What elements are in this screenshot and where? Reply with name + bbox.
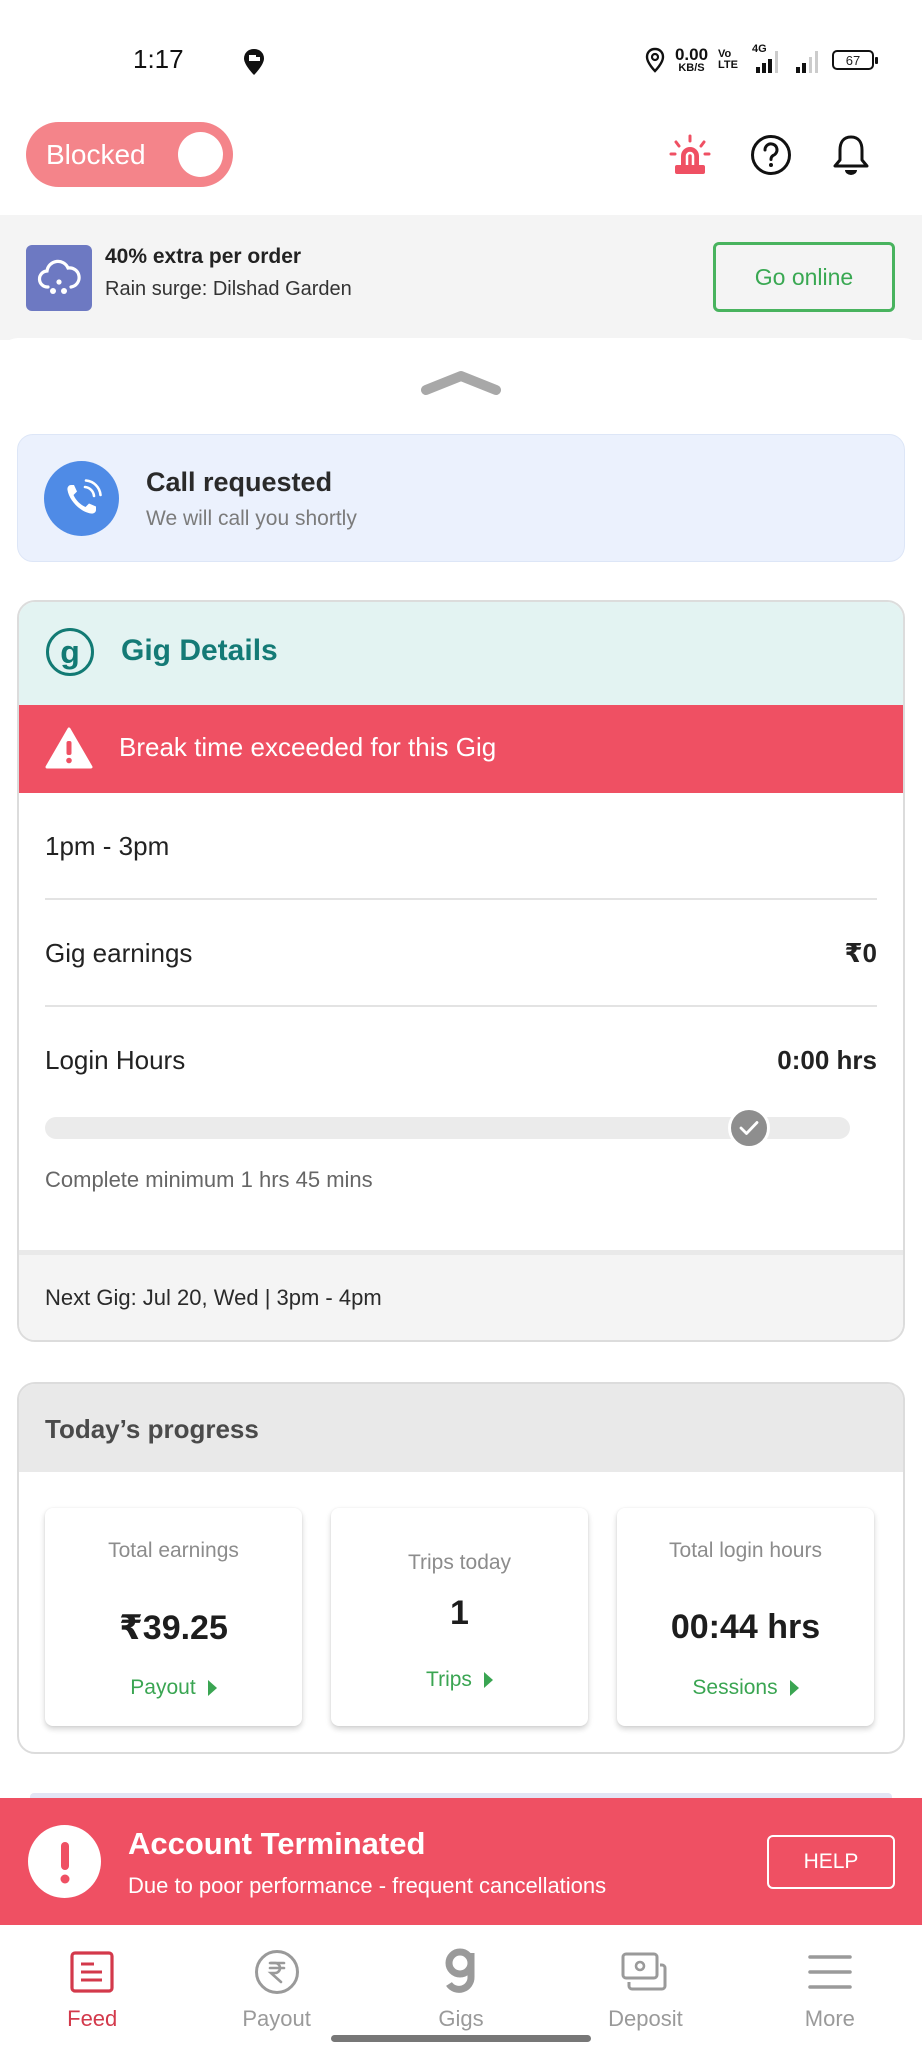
network-speed: 0.00 KB/S: [675, 46, 708, 74]
call-requested-title: Call requested: [146, 467, 333, 497]
nav-more[interactable]: More: [738, 1925, 922, 2048]
network-speed-value: 0.00: [674, 45, 709, 64]
help-button[interactable]: [749, 130, 793, 180]
network-speed-unit: KB/S: [678, 62, 705, 74]
go-online-button[interactable]: Go online: [713, 242, 895, 312]
notification-bell-icon: [833, 135, 869, 175]
sheet-drag-handle-chevron-up-icon[interactable]: [418, 368, 504, 398]
surge-title: 40% extra per order: [105, 245, 302, 268]
status-bar: 1:17 0.00 KB/S Vo LTE 4G 67: [0, 0, 922, 110]
home-gesture-bar[interactable]: [331, 2035, 591, 2042]
duty-status-toggle[interactable]: Blocked: [26, 122, 233, 187]
gig-earnings-row: Gig earnings ₹0: [45, 900, 877, 1007]
nav-label: More: [804, 2006, 855, 2031]
signal-sim2-icon: [796, 51, 818, 73]
status-time: 1:17: [133, 44, 184, 74]
tile-value: 00:44 hrs: [670, 1608, 821, 1646]
help-icon: [751, 135, 791, 175]
nav-label: Payout: [242, 2006, 311, 2031]
volte-indicator: Vo LTE: [718, 49, 738, 71]
progress-tiles: Total earnings ₹39.25 Payout Trips today…: [45, 1508, 874, 1726]
nav-payout[interactable]: Payout: [184, 1925, 368, 2048]
rupee-icon: [254, 1950, 299, 1994]
signal-4g-icon: 4G: [748, 43, 782, 75]
account-terminated-banner: Account Terminated Due to poor performan…: [0, 1798, 922, 1925]
login-hours-row: Login Hours 0:00 hrs: [45, 1007, 877, 1097]
gigs-logo-icon: [445, 1948, 475, 1993]
tile-label: Total earnings: [108, 1539, 239, 1562]
next-gig-text: Next Gig: Jul 20, Wed | 3pm - 4pm: [45, 1285, 382, 1310]
minimum-milestone-check-icon: [728, 1107, 771, 1149]
nav-deposit[interactable]: Deposit: [553, 1925, 737, 2048]
volte-bottom: LTE: [718, 59, 738, 71]
status-indicators: 0.00 KB/S Vo LTE 4G 67: [645, 43, 878, 76]
nav-feed[interactable]: Feed: [0, 1925, 184, 2048]
surge-subtitle: Rain surge: Dilshad Garden: [105, 278, 352, 300]
tile-label: Total login hours: [669, 1539, 822, 1562]
sessions-link[interactable]: Sessions: [617, 1676, 874, 1700]
duty-status-label: Blocked: [46, 138, 146, 170]
break-exceeded-alert: Break time exceeded for this Gig: [19, 705, 903, 793]
nav-label: Gigs: [438, 2006, 484, 2031]
total-earnings-tile[interactable]: Total earnings ₹39.25 Payout: [45, 1508, 302, 1726]
exclamation-icon: [28, 1825, 101, 1898]
tile-link-label: Payout: [130, 1676, 196, 1699]
gig-time-slot-row: 1pm - 3pm: [45, 793, 877, 900]
notifications-button[interactable]: [829, 130, 873, 180]
feed-icon: [70, 1951, 114, 1993]
login-hours-progress: Complete minimum 1 hrs 45 mins: [45, 1097, 877, 1209]
login-hours-value: 0:00 hrs: [777, 1045, 877, 1075]
break-exceeded-text: Break time exceeded for this Gig: [119, 732, 497, 762]
tile-link-label: Trips: [426, 1668, 472, 1691]
rain-cloud-icon: [26, 245, 92, 311]
trips-today-tile[interactable]: Trips today 1 Trips: [331, 1508, 588, 1726]
todays-progress-card: Today’s progress Total earnings ₹39.25 P…: [17, 1382, 905, 1754]
sos-button[interactable]: [668, 130, 712, 180]
menu-icon: [808, 1955, 852, 1989]
tile-label: Trips today: [407, 1551, 512, 1574]
help-button-banner[interactable]: HELP: [767, 1835, 895, 1889]
progress-hint: Complete minimum 1 hrs 45 mins: [45, 1167, 373, 1192]
tile-value: ₹39.25: [119, 1609, 228, 1647]
login-hours-label: Login Hours: [45, 1045, 186, 1075]
total-login-hours-tile[interactable]: Total login hours 00:44 hrs Sessions: [617, 1508, 874, 1726]
navigation-app-icon: [244, 49, 264, 75]
gig-earnings-value: ₹0: [844, 938, 877, 968]
gig-details-title: Gig Details: [121, 634, 278, 667]
gig-details-card: g Gig Details Break time exceeded for th…: [17, 600, 905, 1342]
nav-label: Feed: [67, 2006, 118, 2031]
gig-details-header: g Gig Details: [19, 602, 903, 705]
caret-right-icon: [789, 1680, 799, 1696]
tile-link-label: Sessions: [692, 1676, 778, 1699]
tile-value: 1: [450, 1594, 469, 1632]
gig-logo-icon: g: [46, 628, 94, 676]
account-terminated-reason: Due to poor performance - frequent cance…: [128, 1873, 607, 1898]
todays-progress-title: Today’s progress: [45, 1414, 259, 1444]
gig-time-slot: 1pm - 3pm: [45, 831, 170, 861]
sos-alarm-icon: [669, 134, 711, 174]
gig-earnings-label: Gig earnings: [45, 938, 193, 968]
battery-percent: 67: [845, 52, 861, 68]
bottom-navigation: Feed Payout Gigs Deposit More: [0, 1925, 922, 2048]
feed-sheet: Call requested We will call you shortly …: [0, 338, 922, 1798]
caret-right-icon: [483, 1672, 493, 1688]
toggle-knob: [178, 132, 223, 177]
todays-progress-header: Today’s progress: [19, 1384, 903, 1472]
account-terminated-title: Account Terminated: [128, 1826, 426, 1861]
payout-link[interactable]: Payout: [45, 1676, 302, 1700]
call-requested-subtitle: We will call you shortly: [146, 507, 357, 530]
trips-link[interactable]: Trips: [331, 1668, 588, 1692]
call-requested-card: Call requested We will call you shortly: [17, 434, 905, 562]
next-gig-row: Next Gig: Jul 20, Wed | 3pm - 4pm: [19, 1250, 903, 1340]
surge-banner: 40% extra per order Rain surge: Dilshad …: [0, 215, 922, 340]
warning-icon: [45, 727, 93, 769]
cash-deposit-icon: [621, 1952, 667, 1991]
nav-gigs[interactable]: Gigs: [369, 1925, 553, 2048]
caret-right-icon: [207, 1680, 217, 1696]
battery-icon: 67: [832, 50, 878, 70]
nav-label: Deposit: [608, 2006, 683, 2031]
phone-ringing-icon: [44, 461, 119, 536]
location-icon: [645, 47, 665, 73]
